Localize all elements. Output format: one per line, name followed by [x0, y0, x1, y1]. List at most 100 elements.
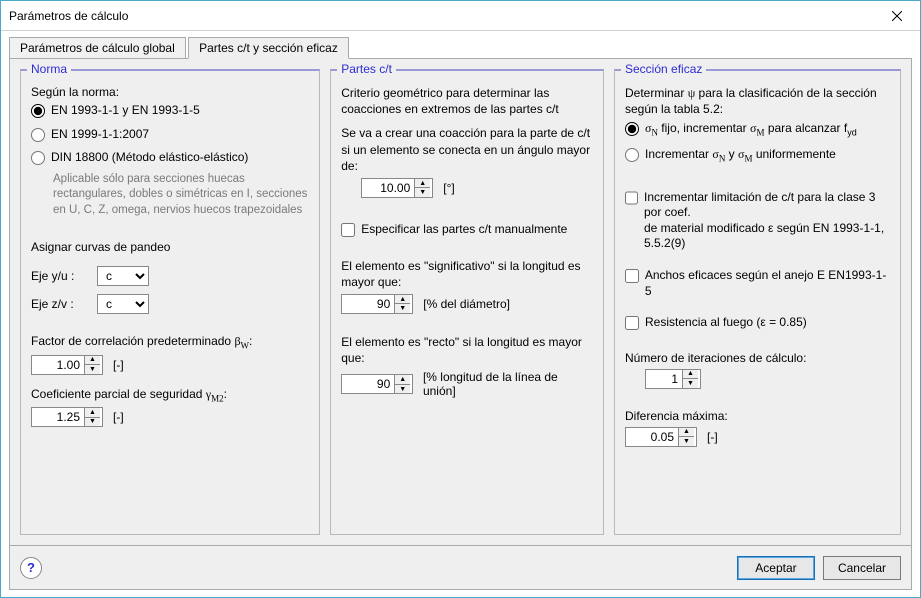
tab-panel: Norma Según la norma: EN 1993-1-1 y EN 1… — [9, 58, 912, 546]
iter-spin: ▲ ▼ — [645, 369, 701, 389]
recto-spin: ▲ ▼ — [341, 374, 413, 394]
group-partes-title: Partes c/t — [337, 62, 396, 76]
check-ct-class3[interactable] — [625, 191, 638, 205]
recto-step-up[interactable]: ▲ — [395, 375, 410, 385]
dialog-window: Parámetros de cálculo Parámetros de cálc… — [0, 0, 921, 598]
radio-en1999[interactable] — [31, 128, 45, 142]
group-eficaz: Sección eficaz Determinar ψ para la clas… — [614, 69, 901, 535]
diff-input[interactable] — [626, 428, 678, 446]
radio-psi-fixed-label: σN fijo, incrementar σM para alcanzar fy… — [645, 121, 857, 139]
gamma-spin: ▲ ▼ — [31, 407, 103, 427]
diff-label: Diferencia máxima: — [625, 409, 890, 423]
gamma-stepper: ▲ ▼ — [84, 408, 100, 426]
signif-input[interactable] — [342, 295, 394, 313]
angle-input[interactable] — [362, 179, 414, 197]
group-eficaz-title: Sección eficaz — [621, 62, 706, 76]
gamma-symbol: γM2 — [206, 387, 224, 401]
recto-stepper: ▲ ▼ — [394, 375, 410, 393]
window-title: Parámetros de cálculo — [9, 9, 874, 23]
beta-label-pre: Factor de correlación predeterminado — [31, 334, 234, 348]
recto-text: El elemento es "recto" si la longitud es… — [341, 334, 593, 366]
radio-psi-uniform[interactable] — [625, 148, 639, 162]
help-button[interactable]: ? — [20, 557, 42, 579]
beta-unit: [-] — [113, 358, 124, 372]
gamma-label-pre: Coeficiente parcial de seguridad — [31, 387, 206, 401]
coaccion-text: Se va a crear una coacción para la parte… — [341, 125, 593, 174]
tab-parts-ct[interactable]: Partes c/t y sección eficaz — [188, 37, 349, 59]
angle-unit: [°] — [443, 181, 454, 195]
diff-step-up[interactable]: ▲ — [679, 428, 694, 438]
select-eje-zv[interactable]: c — [98, 295, 148, 313]
eje-yu-label: Eje y/u : — [31, 269, 91, 283]
tabs-row: Parámetros de cálculo global Partes c/t … — [1, 31, 920, 59]
cancel-button[interactable]: Cancelar — [823, 556, 901, 580]
radio-psi-fixed[interactable] — [625, 122, 639, 136]
gamma-label: Coeficiente parcial de seguridad γM2: — [31, 387, 309, 403]
iter-step-down[interactable]: ▼ — [683, 379, 698, 388]
diff-unit: [-] — [707, 430, 718, 444]
radio-en1993[interactable] — [31, 104, 45, 118]
beta-label: Factor de correlación predeterminado βW: — [31, 334, 309, 350]
beta-stepper: ▲ ▼ — [84, 356, 100, 374]
beta-spin: ▲ ▼ — [31, 355, 103, 375]
gamma-step-down[interactable]: ▼ — [85, 418, 100, 427]
diff-step-down[interactable]: ▼ — [679, 437, 694, 446]
signif-stepper: ▲ ▼ — [394, 295, 410, 313]
group-partes: Partes c/t Criterio geométrico para dete… — [330, 69, 604, 535]
curvas-heading: Asignar curvas de pandeo — [31, 240, 309, 254]
check-manual-parts-label: Especificar las partes c/t manualmente — [361, 222, 567, 238]
footer: ? Aceptar Cancelar — [9, 546, 912, 590]
iter-label: Número de iteraciones de cálculo: — [625, 351, 890, 365]
eje-zv-label: Eje z/v : — [31, 297, 91, 311]
beta-step-up[interactable]: ▲ — [85, 356, 100, 366]
select-eje-yu[interactable]: c — [98, 267, 148, 285]
iter-input[interactable] — [646, 370, 682, 388]
close-button[interactable] — [874, 1, 920, 31]
radio-psi-uniform-label: Incrementar σN y σM uniformemente — [645, 147, 836, 165]
din18800-help: Aplicable sólo para secciones huecas rec… — [53, 172, 309, 219]
check-manual-parts[interactable] — [341, 223, 355, 237]
angle-stepper: ▲ ▼ — [414, 179, 430, 197]
group-norma: Norma Según la norma: EN 1993-1-1 y EN 1… — [20, 69, 320, 535]
recto-input[interactable] — [342, 375, 394, 393]
diff-spin: ▲ ▼ — [625, 427, 697, 447]
help-icon-glyph: ? — [27, 560, 35, 575]
check-ct-class3-label: Incrementar limitación de c/t para la cl… — [644, 190, 890, 252]
psi-heading: Determinar ψ para la clasificación de la… — [625, 85, 890, 117]
angle-spin: ▲ ▼ — [361, 178, 433, 198]
select-eje-zv-wrap: c — [97, 294, 149, 314]
norma-heading: Según la norma: — [31, 85, 309, 99]
recto-step-down[interactable]: ▼ — [395, 385, 410, 394]
gamma-step-up[interactable]: ▲ — [85, 408, 100, 418]
select-eje-yu-wrap: c — [97, 266, 149, 286]
signif-step-up[interactable]: ▲ — [395, 295, 410, 305]
radio-din18800-label: DIN 18800 (Método elástico-elástico) — [51, 150, 248, 166]
angle-step-down[interactable]: ▼ — [415, 188, 430, 197]
crit-heading: Criterio geométrico para determinar las … — [341, 85, 593, 117]
radio-din18800[interactable] — [31, 151, 45, 165]
check-effective-widths[interactable] — [625, 269, 639, 283]
psi-pre: Determinar — [625, 86, 688, 100]
accept-button[interactable]: Aceptar — [737, 556, 815, 580]
signif-unit: [% del diámetro] — [423, 297, 510, 311]
check-fire-resistance-label: Resistencia al fuego (ε = 0.85) — [645, 315, 807, 331]
beta-symbol: βW — [234, 334, 249, 348]
chk1-l1: Incrementar limitación de c/t para la cl… — [644, 190, 875, 220]
recto-unit: [% longitud de la línea de unión] — [423, 370, 593, 398]
gamma-unit: [-] — [113, 410, 124, 424]
check-effective-widths-label: Anchos eficaces según el anejo E EN1993-… — [645, 268, 890, 299]
radio-en1999-label: EN 1999-1-1:2007 — [51, 127, 149, 143]
group-norma-title: Norma — [27, 62, 71, 76]
iter-step-up[interactable]: ▲ — [683, 370, 698, 380]
check-fire-resistance[interactable] — [625, 316, 639, 330]
signif-text: El elemento es "significativo" si la lon… — [341, 258, 593, 290]
angle-step-up[interactable]: ▲ — [415, 179, 430, 189]
radio-en1993-label: EN 1993-1-1 y EN 1993-1-5 — [51, 103, 200, 119]
tab-global[interactable]: Parámetros de cálculo global — [9, 37, 186, 58]
titlebar: Parámetros de cálculo — [1, 1, 920, 31]
signif-step-down[interactable]: ▼ — [395, 304, 410, 313]
beta-step-down[interactable]: ▼ — [85, 365, 100, 374]
diff-stepper: ▲ ▼ — [678, 428, 694, 446]
gamma-input[interactable] — [32, 408, 84, 426]
beta-input[interactable] — [32, 356, 84, 374]
